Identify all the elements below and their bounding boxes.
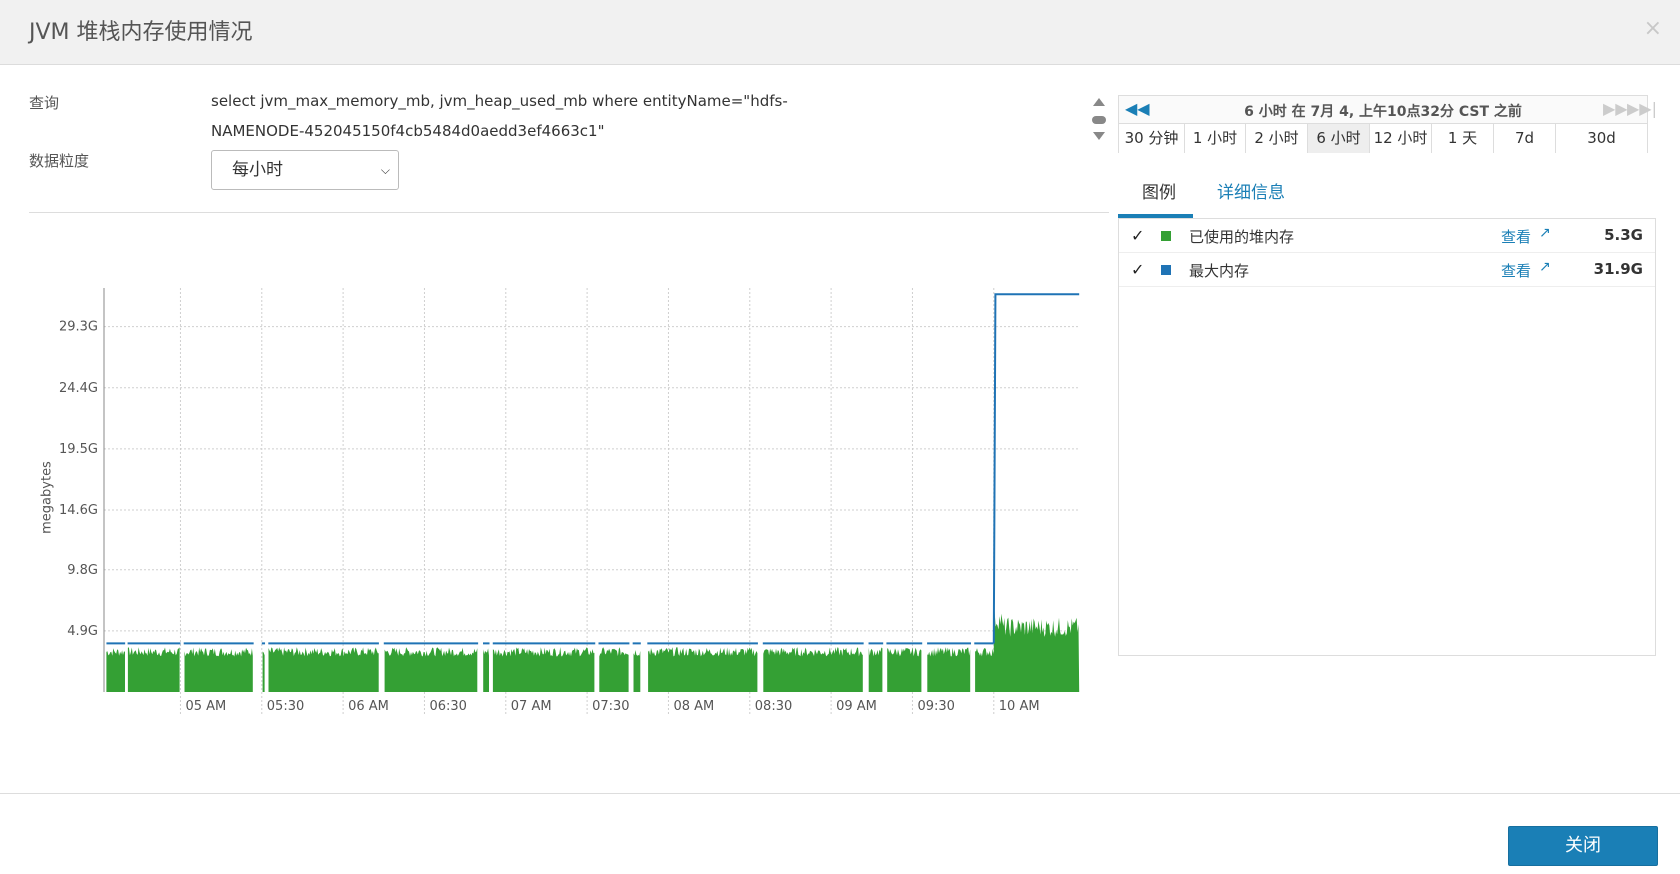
time-range-title: 6 小时 在 7月 4, 上午10点32分 CST 之前 (1244, 104, 1522, 120)
close-icon[interactable]: × (1644, 18, 1662, 40)
y-tick-label: 4.9G (67, 624, 98, 639)
query-text: select jvm_max_memory_mb, jvm_heap_used_… (211, 92, 788, 140)
close-button[interactable]: 关闭 (1508, 826, 1658, 866)
legend-series-name: 已使用的堆内存 (1189, 228, 1295, 246)
modal-header: JVM 堆栈内存使用情况 × (0, 0, 1680, 65)
heap-chart-svg: 4.9G 9.8G 14.6G 19.5G 24.4G 29.3G 05 AM 05:30 06… (59, 288, 1080, 716)
fast-forward-icon: ▶▶ (1603, 99, 1628, 118)
time-nav-header: ◀◀ 6 小时 在 7月 4, 上午10点32分 CST 之前 ▶▶ ▶▶| (1119, 96, 1657, 124)
check-icon[interactable]: ✓ (1131, 260, 1144, 279)
range-button[interactable]: 2 小时 (1246, 124, 1308, 153)
max-memory-step-line (992, 293, 1080, 644)
legend-series-name: 最大内存 (1189, 262, 1250, 280)
chevron-down-icon: ⌵ (380, 163, 390, 177)
scroll-thumb[interactable] (1092, 116, 1106, 124)
modal-title: JVM 堆栈内存使用情况 (29, 20, 253, 45)
heap-chart: 4.9G 9.8G 14.6G 19.5G 24.4G 29.3G 05 AM 05:30 06… (29, 270, 1109, 730)
y-tick-label: 24.4G (59, 381, 98, 396)
granularity-value: 每小时 (232, 160, 283, 180)
jvm-heap-modal: JVM 堆栈内存使用情况 × 查询 select jvm_max_memory_… (0, 0, 1680, 874)
y-tick-label: 14.6G (59, 503, 98, 518)
form-divider (29, 212, 1109, 213)
range-button[interactable]: 7d (1494, 124, 1556, 153)
x-tick-label: 07 AM (511, 699, 552, 714)
footer-divider (0, 793, 1680, 794)
view-link[interactable]: 查看 (1501, 260, 1531, 281)
time-range-buttons: 30 分钟 1 小时 2 小时 6 小时 12 小时 1 天 7d 30d (1119, 124, 1647, 153)
granularity-label: 数据粒度 (29, 152, 90, 170)
time-navigator: ◀◀ 6 小时 在 7月 4, 上午10点32分 CST 之前 ▶▶ ▶▶| 3… (1118, 95, 1657, 153)
legend-tabs: 图例 详细信息 (1118, 170, 1648, 218)
query-label: 查询 (29, 94, 60, 112)
legend-row-heap-used: ✓ 已使用的堆内存 查看 ↗ 5.3G (1119, 219, 1655, 253)
query-scroll-control[interactable] (1092, 98, 1106, 144)
check-icon[interactable]: ✓ (1131, 226, 1144, 245)
skip-end-icon: ▶▶| (1627, 99, 1657, 118)
x-tick-label: 06 AM (348, 699, 389, 714)
x-tick-label: 05:30 (267, 699, 304, 714)
x-tick-label: 08 AM (673, 699, 714, 714)
x-tick-label: 08:30 (755, 699, 792, 714)
x-tick-label: 10 AM (999, 699, 1040, 714)
heap-used-area (106, 610, 1080, 692)
view-link[interactable]: 查看 (1501, 226, 1531, 247)
range-button[interactable]: 1 天 (1432, 124, 1494, 153)
legend-value: 5.3G (1604, 226, 1643, 244)
y-axis-label: megabytes (39, 461, 55, 534)
legend-panel: ✓ 已使用的堆内存 查看 ↗ 5.3G ✓ 最大内存 查看 ↗ 31.9G (1118, 218, 1656, 656)
y-tick-label: 9.8G (67, 563, 98, 578)
y-tick-label: 29.3G (59, 320, 98, 335)
tab-legend[interactable]: 图例 (1142, 178, 1176, 203)
range-button[interactable]: 12 小时 (1370, 124, 1432, 153)
range-button[interactable]: 30 分钟 (1119, 124, 1185, 153)
x-tick-label: 09 AM (836, 699, 877, 714)
scroll-up-icon[interactable] (1093, 98, 1105, 106)
granularity-select[interactable]: 每小时 ⌵ (211, 150, 399, 190)
range-button[interactable]: 30d (1556, 124, 1647, 153)
legend-swatch (1161, 265, 1171, 275)
range-button[interactable]: 6 小时 (1308, 124, 1370, 153)
x-tick-label: 06:30 (429, 699, 466, 714)
legend-swatch (1161, 231, 1171, 241)
external-link-icon[interactable]: ↗ (1539, 225, 1551, 241)
y-tick-label: 19.5G (59, 442, 98, 457)
scroll-down-icon[interactable] (1093, 132, 1105, 140)
x-tick-label: 09:30 (917, 699, 954, 714)
tab-details[interactable]: 详细信息 (1217, 178, 1285, 203)
legend-value: 31.9G (1593, 260, 1643, 278)
legend-row-max-memory: ✓ 最大内存 查看 ↗ 31.9G (1119, 253, 1655, 287)
x-tick-label: 05 AM (185, 699, 226, 714)
x-tick-label: 07:30 (592, 699, 629, 714)
external-link-icon[interactable]: ↗ (1539, 259, 1551, 275)
range-button[interactable]: 1 小时 (1185, 124, 1246, 153)
